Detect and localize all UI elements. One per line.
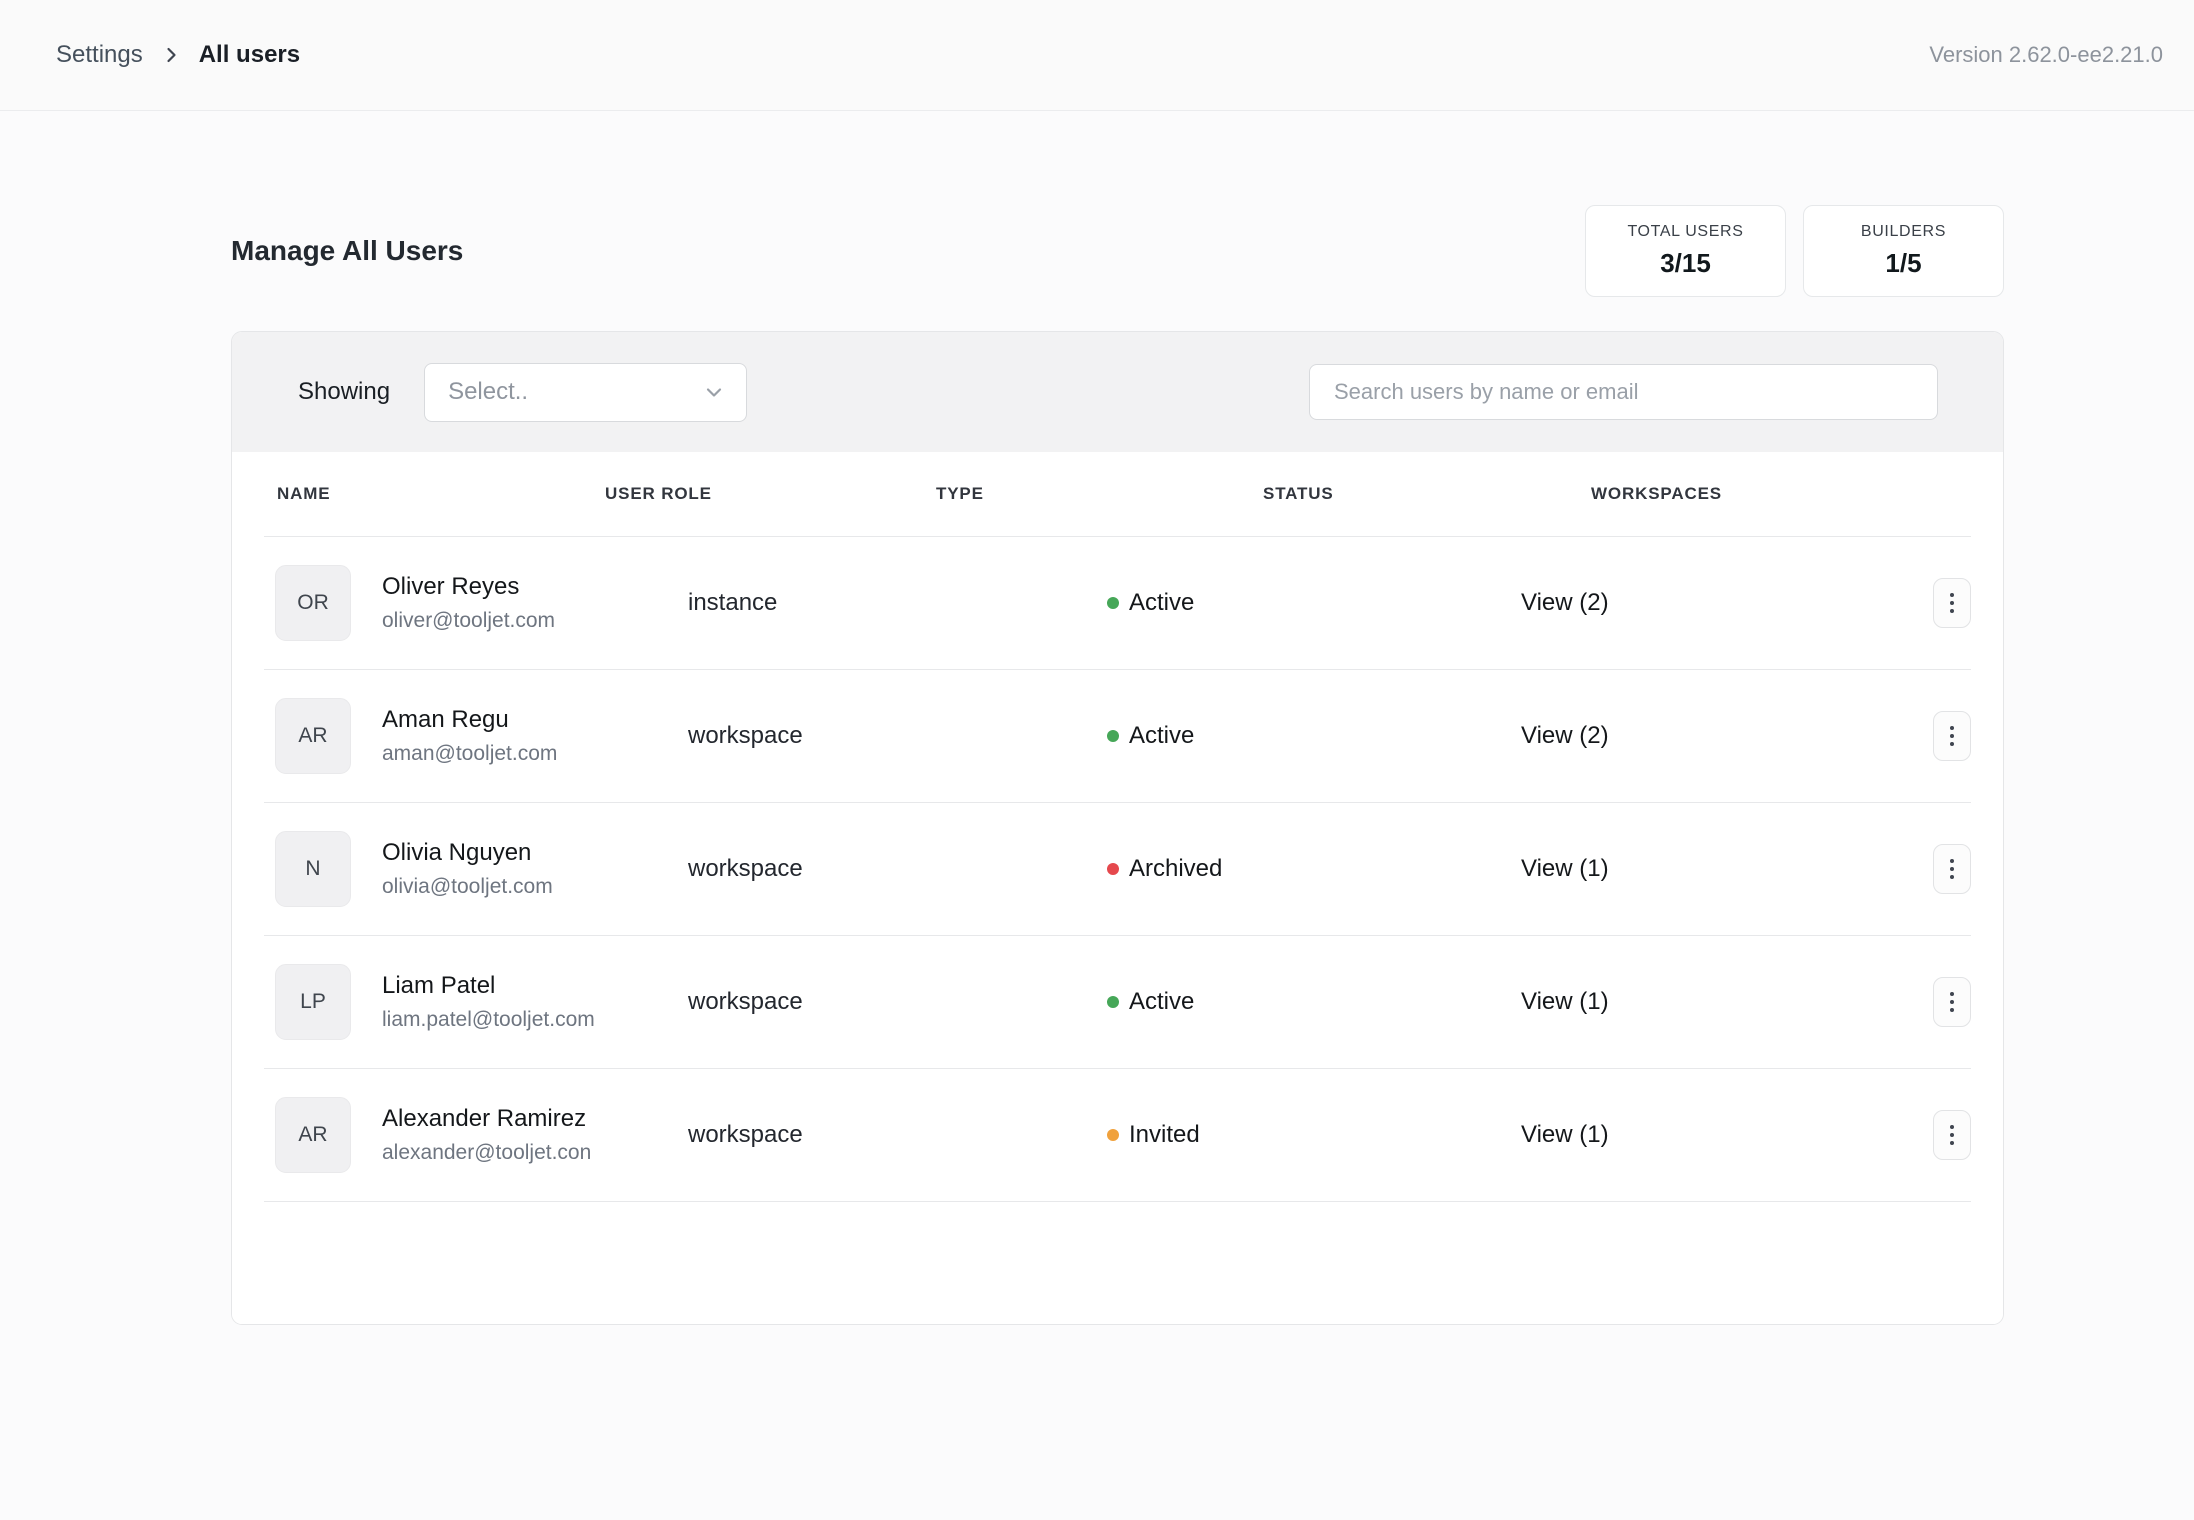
builders-value: 1/5 (1885, 248, 1921, 279)
column-header-user-role: USER ROLE (605, 484, 936, 504)
user-email: aman@tooljet.com (382, 740, 557, 768)
workspaces-view-link[interactable]: View (1) (1521, 1121, 1609, 1148)
page-header-row: Manage All Users TOTAL USERS 3/15 BUILDE… (231, 205, 2004, 297)
search-input[interactable] (1309, 364, 1938, 420)
workspaces-view-link[interactable]: View (1) (1521, 988, 1609, 1015)
workspaces-view-link[interactable]: View (2) (1521, 589, 1609, 616)
user-email: olivia@tooljet.com (382, 873, 553, 901)
column-header-workspaces: WORKSPACES (1591, 484, 1971, 504)
kebab-menu-icon (1950, 859, 1954, 879)
kebab-menu-icon (1950, 1125, 1954, 1145)
user-email: alexander@tooljet.con (382, 1139, 591, 1167)
total-users-value: 3/15 (1660, 248, 1711, 279)
builders-card: BUILDERS 1/5 (1803, 205, 2004, 297)
version-label: Version 2.62.0-ee2.21.0 (1929, 42, 2163, 68)
status-label: Active (1129, 722, 1194, 750)
status-label: Active (1129, 589, 1194, 617)
user-name: Alexander Ramirez (382, 1103, 591, 1135)
kebab-menu-icon (1950, 992, 1954, 1012)
builders-label: BUILDERS (1861, 223, 1946, 241)
chevron-right-icon (161, 45, 181, 65)
avatar: AR (275, 698, 351, 774)
kebab-menu-icon (1950, 593, 1954, 613)
user-role: workspace (688, 1121, 1107, 1149)
user-name: Aman Regu (382, 704, 557, 736)
user-role: workspace (688, 988, 1107, 1016)
status-filter-value: Select.. (448, 378, 528, 406)
row-actions-button[interactable] (1933, 844, 1971, 894)
user-role: workspace (688, 722, 1107, 750)
status-label: Active (1129, 988, 1194, 1016)
avatar: OR (275, 565, 351, 641)
table-row: OR Oliver Reyes oliver@tooljet.com insta… (264, 537, 1971, 670)
status-dot (1107, 863, 1119, 875)
avatar: AR (275, 1097, 351, 1173)
top-bar: Settings All users Version 2.62.0-ee2.21… (0, 0, 2194, 111)
user-email: liam.patel@tooljet.com (382, 1006, 595, 1034)
main-content: Manage All Users TOTAL USERS 3/15 BUILDE… (0, 111, 2194, 1325)
stats: TOTAL USERS 3/15 BUILDERS 1/5 (1585, 205, 2004, 297)
status-filter-select[interactable]: Select.. (424, 363, 747, 422)
user-name: Liam Patel (382, 970, 595, 1002)
user-role: instance (688, 589, 1107, 617)
breadcrumb-current-page: All users (199, 41, 300, 69)
column-header-name: NAME (264, 484, 605, 504)
avatar: N (275, 831, 351, 907)
column-header-type: TYPE (936, 484, 1263, 504)
breadcrumb-settings-link[interactable]: Settings (56, 41, 143, 69)
row-actions-button[interactable] (1933, 578, 1971, 628)
status-dot (1107, 597, 1119, 609)
showing-label: Showing (298, 378, 390, 406)
row-actions-button[interactable] (1933, 1110, 1971, 1160)
total-users-card: TOTAL USERS 3/15 (1585, 205, 1786, 297)
users-table: NAME USER ROLE TYPE STATUS WORKSPACES OR… (232, 452, 2003, 1324)
table-header-row: NAME USER ROLE TYPE STATUS WORKSPACES (264, 452, 1971, 537)
kebab-menu-icon (1950, 726, 1954, 746)
filters-bar: Showing Select.. (232, 332, 2003, 452)
table-row: N Olivia Nguyen olivia@tooljet.com works… (264, 803, 1971, 936)
table-row: LP Liam Patel liam.patel@tooljet.com wor… (264, 936, 1971, 1069)
users-panel: Showing Select.. NAME USER ROLE TYPE STA… (231, 331, 2004, 1325)
table-row: AR Alexander Ramirez alexander@tooljet.c… (264, 1069, 1971, 1202)
workspaces-view-link[interactable]: View (1) (1521, 855, 1609, 882)
row-actions-button[interactable] (1933, 977, 1971, 1027)
page-title: Manage All Users (231, 235, 463, 267)
status-label: Archived (1129, 855, 1222, 883)
table-row: AR Aman Regu aman@tooljet.com workspace … (264, 670, 1971, 803)
status-label: Invited (1129, 1121, 1200, 1149)
workspaces-view-link[interactable]: View (2) (1521, 722, 1609, 749)
total-users-label: TOTAL USERS (1627, 223, 1743, 241)
user-name: Olivia Nguyen (382, 837, 553, 869)
chevron-down-icon (702, 380, 726, 404)
column-header-status: STATUS (1263, 484, 1591, 504)
user-email: oliver@tooljet.com (382, 607, 555, 635)
status-dot (1107, 1129, 1119, 1141)
row-actions-button[interactable] (1933, 711, 1971, 761)
status-dot (1107, 730, 1119, 742)
avatar: LP (275, 964, 351, 1040)
user-name: Oliver Reyes (382, 571, 555, 603)
breadcrumb: Settings All users (56, 41, 300, 69)
status-dot (1107, 996, 1119, 1008)
user-role: workspace (688, 855, 1107, 883)
